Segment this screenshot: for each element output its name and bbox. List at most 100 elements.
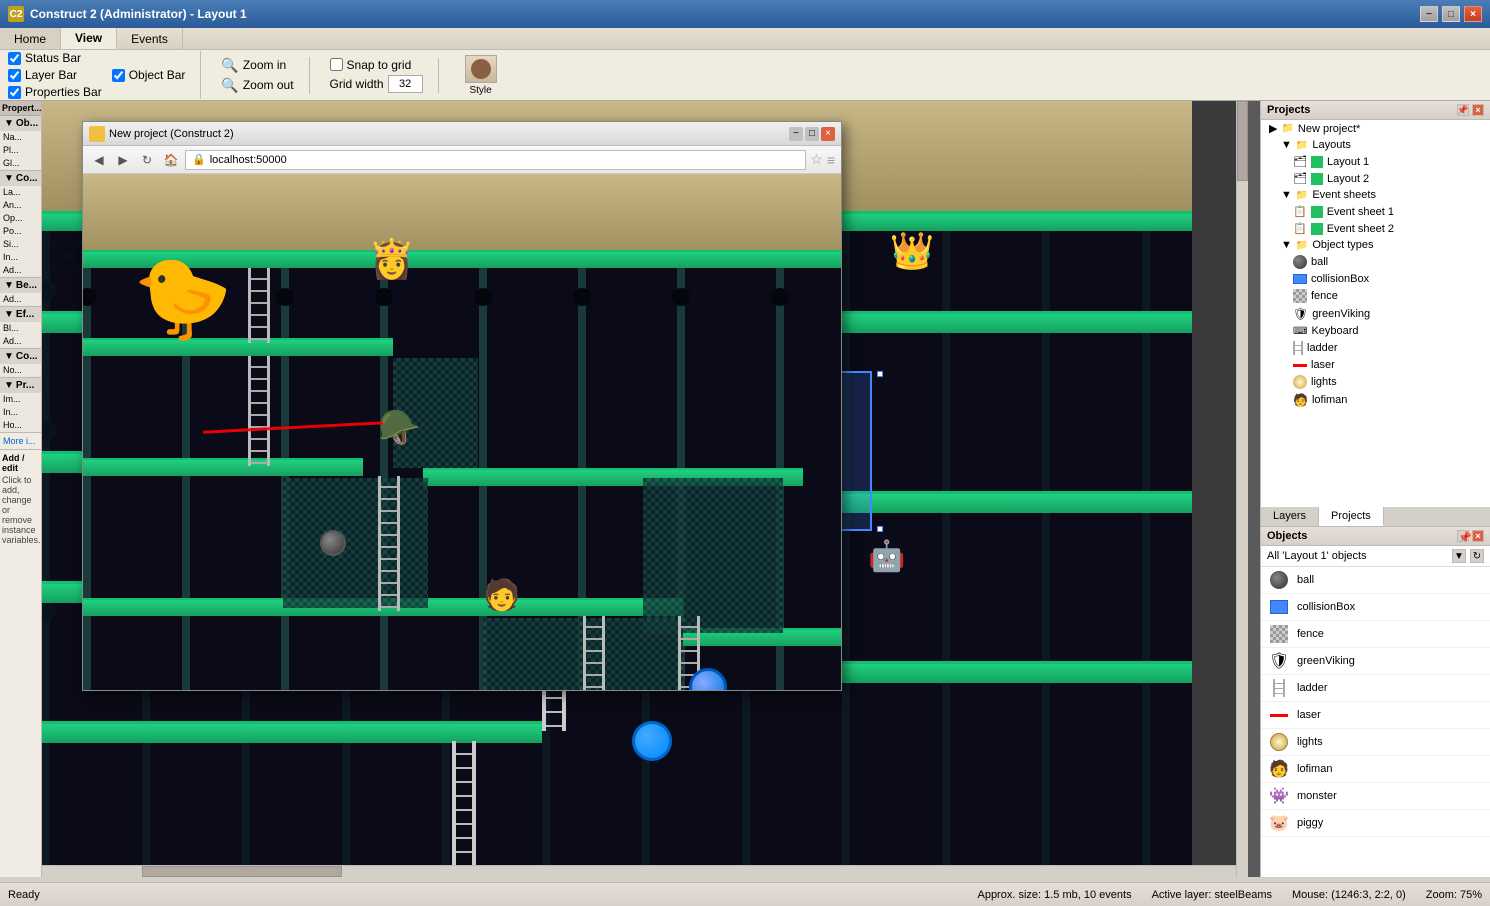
obj-ladder[interactable]: ladder	[1261, 675, 1490, 702]
tab-layers[interactable]: Layers	[1261, 507, 1319, 526]
tree-item-laser[interactable]: laser	[1261, 357, 1490, 373]
platform-4	[42, 721, 542, 743]
status-bar-check[interactable]: Status Bar	[8, 51, 102, 65]
properties-bar-check[interactable]: Properties Bar	[8, 85, 102, 99]
url-lock-icon: 🔒	[192, 153, 206, 166]
obj-laser[interactable]: laser	[1261, 702, 1490, 729]
hole-0-0	[83, 288, 96, 306]
objects-panel-controls: 📌 ×	[1457, 530, 1484, 542]
objects-refresh-button[interactable]: ↻	[1470, 549, 1484, 563]
lofiman-icon: 🧑	[1293, 393, 1308, 407]
prop-plugin: Pl...	[0, 144, 41, 157]
scrollbar-thumb-h[interactable]	[142, 866, 342, 877]
tab-home[interactable]: Home	[0, 28, 61, 49]
tree-item-keyboard[interactable]: ⌨ Keyboard	[1261, 323, 1490, 339]
selection-handle-br[interactable]	[877, 526, 883, 532]
tab-projects[interactable]: Projects	[1319, 507, 1384, 526]
obj-collisionbox[interactable]: collisionBox	[1261, 594, 1490, 621]
tree-item-lofiman[interactable]: 🧑 lofiman	[1261, 391, 1490, 409]
minimize-button[interactable]: −	[1420, 6, 1438, 22]
zoom-out-button[interactable]: 🔍 Zoom out	[221, 77, 293, 94]
status-mouse: Mouse: (1246:3, 2:2, 0)	[1292, 889, 1406, 901]
collisionbox-icon	[1293, 274, 1307, 284]
tree-item-eventsheet1[interactable]: 📋 Event sheet 1	[1261, 203, 1490, 220]
sidebar-section-header-priv[interactable]: ▼Pr...	[0, 378, 41, 393]
browser-maximize[interactable]: □	[805, 127, 819, 141]
objects-filter-text: All 'Layout 1' objects	[1267, 550, 1367, 562]
objects-title: Objects	[1267, 530, 1307, 542]
tree-item-project[interactable]: ▶ 📁 New project*	[1261, 120, 1490, 137]
tree-item-ball[interactable]: ball	[1261, 253, 1490, 271]
panel-pin-button[interactable]: 📌	[1457, 104, 1469, 116]
tab-events[interactable]: Events	[117, 28, 183, 49]
status-approx: Approx. size: 1.5 mb, 10 events	[977, 889, 1131, 901]
scrollbar-thumb-v[interactable]	[1237, 101, 1248, 181]
add-edit-desc: Click to add, change or remove instance …	[2, 475, 39, 545]
obj-lights[interactable]: lights	[1261, 729, 1490, 756]
horizontal-scrollbar[interactable]	[42, 865, 1248, 877]
browser-minimize[interactable]: −	[789, 127, 803, 141]
sidebar-section-header-eff[interactable]: ▼Ef...	[0, 307, 41, 322]
nav-forward-button[interactable]: ▶	[113, 150, 133, 170]
add-edit-section: Add / edit Click to add, change or remov…	[0, 449, 41, 548]
projects-title: Projects	[1267, 104, 1310, 116]
maximize-button[interactable]: □	[1442, 6, 1460, 22]
browser-menu-button[interactable]: ≡	[827, 152, 835, 168]
keyboard-icon: ⌨	[1293, 326, 1307, 337]
close-button[interactable]: ×	[1464, 6, 1482, 22]
obj-lofiman[interactable]: 🧑 lofiman	[1261, 756, 1490, 783]
objects-close-button[interactable]: ×	[1472, 530, 1484, 542]
selection-handle-tr[interactable]	[877, 371, 883, 377]
obj-monster[interactable]: 👾 monster	[1261, 783, 1490, 810]
nav-back-button[interactable]: ◀	[89, 150, 109, 170]
objects-pin-button[interactable]: 📌	[1457, 530, 1469, 542]
object-bar-check[interactable]: Object Bar	[112, 68, 186, 82]
tree-item-layout1[interactable]: 🗂 Layout 1	[1261, 153, 1490, 170]
obj-fence[interactable]: fence	[1261, 621, 1490, 648]
status-zoom-text: Zoom: 75%	[1426, 889, 1482, 901]
grid-width-input[interactable]	[388, 75, 423, 93]
style-button[interactable]: Style	[459, 52, 503, 99]
tree-item-fence[interactable]: fence	[1261, 287, 1490, 305]
obj-ball[interactable]: ball	[1261, 567, 1490, 594]
sidebar-section-header-common[interactable]: ▼Co...	[0, 171, 41, 186]
tree-item-eventsheets[interactable]: ▼ 📁 Event sheets	[1261, 187, 1490, 203]
obj-greenviking[interactable]: 🛡 greenViking	[1261, 648, 1490, 675]
status-layer-text: Active layer: steelBeams	[1152, 889, 1272, 901]
tree-item-eventsheet2[interactable]: 📋 Event sheet 2	[1261, 220, 1490, 237]
nav-refresh-button[interactable]: ↻	[137, 150, 157, 170]
tree-item-layout2[interactable]: 🗂 Layout 2	[1261, 170, 1490, 187]
hole-3-0	[375, 288, 393, 306]
laser-line	[203, 421, 383, 433]
tree-item-objecttypes[interactable]: ▼ 📁 Object types	[1261, 237, 1490, 253]
tab-view[interactable]: View	[61, 28, 117, 49]
browser-game-scene: 🐤 👸 🪖 🧑	[83, 174, 841, 690]
tree-item-collisionbox[interactable]: collisionBox	[1261, 271, 1490, 287]
obj-piggy[interactable]: 🐷 piggy	[1261, 810, 1490, 837]
sidebar-section-header-con[interactable]: ▼Co...	[0, 349, 41, 364]
zoom-group: 🔍 Zoom in 🔍 Zoom out	[221, 57, 309, 94]
sidebar-section-header-obj[interactable]: ▼Ob...	[0, 116, 41, 131]
bookmark-button[interactable]: ☆	[810, 151, 823, 168]
char-bottom: 🧑	[483, 578, 520, 613]
right-panel: Projects 📌 × ▶ 📁 New project* ▼ 📁	[1260, 101, 1490, 877]
tree-item-layouts[interactable]: ▼ 📁 Layouts	[1261, 137, 1490, 153]
tree-item-lights[interactable]: lights	[1261, 373, 1490, 391]
panel-header-controls: 📌 ×	[1457, 104, 1484, 116]
layer-bar-check[interactable]: Layer Bar	[8, 68, 102, 82]
snap-to-grid-check[interactable]: Snap to grid	[330, 58, 423, 72]
status-approx-text: Approx. size: 1.5 mb, 10 events	[977, 889, 1131, 901]
vertical-scrollbar[interactable]	[1236, 101, 1248, 877]
url-bar[interactable]: 🔒 localhost:50000	[185, 150, 806, 170]
more-info-link[interactable]: More i...	[0, 433, 41, 449]
objects-filter-button[interactable]: ▼	[1452, 549, 1466, 563]
panel-close-button[interactable]: ×	[1472, 104, 1484, 116]
browser-close[interactable]: ×	[821, 127, 835, 141]
nav-home-button[interactable]: 🏠	[161, 150, 181, 170]
sidebar-section-header-beh[interactable]: ▼Be...	[0, 278, 41, 293]
tree-item-ladder[interactable]: ladder	[1261, 339, 1490, 357]
tree-item-greenviking[interactable]: 🛡 greenViking	[1261, 305, 1490, 323]
ball-blue-sprite	[632, 721, 672, 761]
zoom-in-button[interactable]: 🔍 Zoom in	[221, 57, 293, 74]
sidebar-section-object: ▼Ob... Na... Pl... Gl...	[0, 116, 41, 171]
